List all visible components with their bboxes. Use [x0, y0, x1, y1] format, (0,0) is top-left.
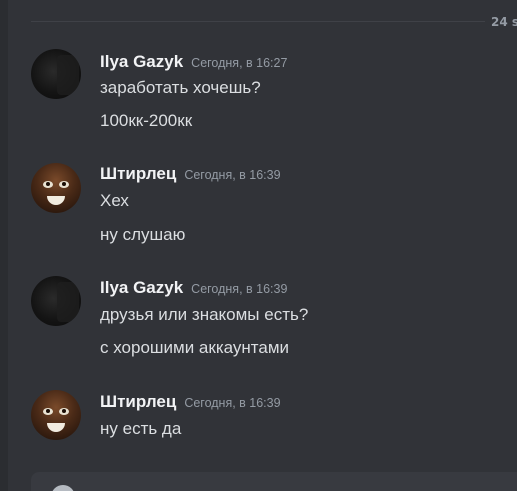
message-header: Штирлец Сегодня, в 16:39 — [100, 163, 281, 185]
avatar-image — [57, 55, 79, 95]
date-divider: 24 s — [31, 14, 517, 30]
avatar-eye — [59, 408, 69, 415]
avatar[interactable] — [31, 390, 81, 440]
message-header: Ilya Gazyk Сегодня, в 16:27 — [100, 51, 287, 73]
username[interactable]: Штирлец — [100, 164, 176, 183]
username[interactable]: Ilya Gazyk — [100, 278, 183, 297]
divider-line — [31, 21, 517, 22]
message-text: друзья или знакомы есть? — [100, 305, 309, 324]
message-text: Хех — [100, 191, 129, 210]
timestamp: Сегодня, в 16:39 — [191, 282, 288, 296]
message-text: ну слушаю — [100, 225, 186, 244]
message-text: 100кк-200кк — [100, 111, 193, 130]
avatar-mouth — [47, 196, 65, 205]
date-divider-label: 24 s — [484, 14, 517, 30]
channel-sidebar-edge — [0, 0, 8, 491]
username[interactable]: Штирлец — [100, 392, 176, 411]
avatar-eye — [43, 408, 53, 415]
avatar[interactable] — [31, 49, 81, 99]
avatar-eye — [59, 181, 69, 188]
message-text: с хорошими аккаунтами — [100, 338, 290, 357]
avatar-image — [57, 282, 79, 322]
avatar[interactable] — [31, 276, 81, 326]
timestamp: Сегодня, в 16:39 — [184, 168, 281, 182]
chat-view: 24 s Ilya Gazyk Сегодня, в 16:27 заработа… — [0, 0, 517, 491]
timestamp: Сегодня, в 16:27 — [191, 56, 288, 70]
add-attachment-icon[interactable] — [51, 485, 75, 491]
message-text: заработать хочешь? — [100, 78, 261, 97]
message-text: ну есть да — [100, 419, 182, 438]
avatar-eye — [43, 181, 53, 188]
avatar-mouth — [47, 423, 65, 432]
username[interactable]: Ilya Gazyk — [100, 52, 183, 71]
message-header: Штирлец Сегодня, в 16:39 — [100, 391, 281, 413]
timestamp: Сегодня, в 16:39 — [184, 396, 281, 410]
avatar[interactable] — [31, 163, 81, 213]
message-composer[interactable] — [31, 472, 517, 491]
message-header: Ilya Gazyk Сегодня, в 16:39 — [100, 277, 287, 299]
